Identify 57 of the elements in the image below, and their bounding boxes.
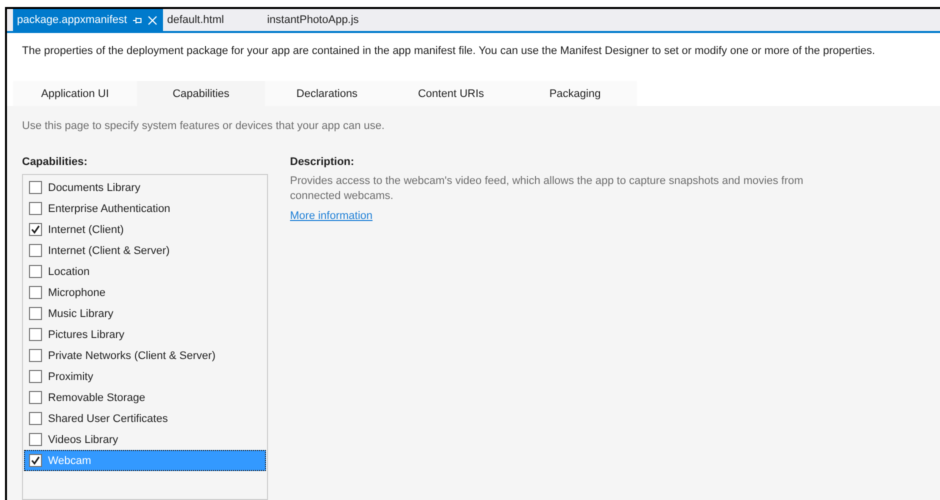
checkbox[interactable] [29, 412, 42, 425]
capability-label: Videos Library [48, 434, 118, 446]
capability-label: Documents Library [48, 182, 140, 194]
capability-label: Shared User Certificates [48, 412, 168, 424]
capability-label: Pictures Library [48, 328, 124, 340]
checkbox[interactable] [29, 391, 42, 404]
checkbox[interactable] [29, 181, 42, 194]
capability-item[interactable]: Removable Storage [24, 387, 266, 408]
capability-label: Internet (Client & Server) [48, 244, 170, 256]
checkbox[interactable] [29, 307, 42, 320]
capability-item[interactable]: Documents Library [24, 177, 266, 198]
designer-tab[interactable]: Declarations [265, 81, 389, 106]
capability-label: Removable Storage [48, 392, 146, 404]
capability-label: Enterprise Authentication [48, 202, 170, 214]
pin-icon[interactable] [133, 16, 142, 24]
designer-tab[interactable]: Application UI [13, 81, 137, 106]
capability-item[interactable]: Music Library [24, 303, 266, 324]
document-tab[interactable]: default.html [163, 9, 264, 31]
capability-label: Location [48, 266, 90, 278]
capability-label: Internet (Client) [48, 224, 124, 236]
checkbox[interactable] [29, 265, 42, 278]
capability-label: Microphone [48, 286, 106, 298]
capability-item[interactable]: Microphone [24, 282, 266, 303]
designer-tab[interactable]: Packaging [513, 81, 637, 106]
capability-item[interactable]: Location [24, 261, 266, 282]
checkbox[interactable] [29, 223, 42, 236]
capability-label: Proximity [48, 370, 94, 382]
document-tab[interactable]: instantPhotoApp.js [263, 9, 365, 31]
checkbox[interactable] [29, 433, 42, 446]
checkbox[interactable] [29, 286, 42, 299]
capability-label: Private Networks (Client & Server) [48, 350, 216, 362]
intro-text: The properties of the deployment package for your app are contained in the app manifest file. You can use the Manifest Designer to set or modify one or more of the properties. [22, 45, 876, 57]
checkbox[interactable] [29, 244, 42, 257]
more-information-link[interactable]: More information [290, 210, 373, 222]
close-icon[interactable] [148, 16, 158, 24]
capability-item[interactable]: Internet (Client) [24, 219, 266, 240]
capability-label: Music Library [48, 308, 114, 320]
capability-item[interactable]: Internet (Client & Server) [24, 240, 266, 261]
capability-label: Webcam [48, 454, 92, 466]
page-hint: Use this page to specify system features or devices that your app can use. [21, 119, 386, 132]
capabilities-heading: Capabilities: [22, 156, 88, 168]
description-heading: Description: [290, 156, 356, 168]
checkbox[interactable] [29, 349, 42, 362]
checkbox[interactable] [29, 202, 42, 215]
capability-item[interactable]: Enterprise Authentication [24, 198, 266, 219]
description-text: Provides access to the webcam's video feed, which allows the app to capture snapshots and movies from connected webcams. [290, 174, 804, 204]
capability-item[interactable]: Pictures Library [24, 324, 266, 345]
capability-item[interactable]: Proximity [24, 366, 266, 387]
capability-item[interactable]: Private Networks (Client & Server) [24, 345, 266, 366]
designer-tab[interactable]: Capabilities [137, 81, 265, 106]
checkbox[interactable] [29, 454, 42, 467]
designer-tab[interactable]: Content URIs [389, 81, 513, 106]
capability-item[interactable]: Videos Library [24, 429, 266, 450]
checkbox[interactable] [29, 328, 42, 341]
capability-item[interactable]: Shared User Certificates [24, 408, 266, 429]
checkbox[interactable] [29, 370, 42, 383]
document-tab[interactable]: package.appxmanifest [13, 9, 164, 31]
